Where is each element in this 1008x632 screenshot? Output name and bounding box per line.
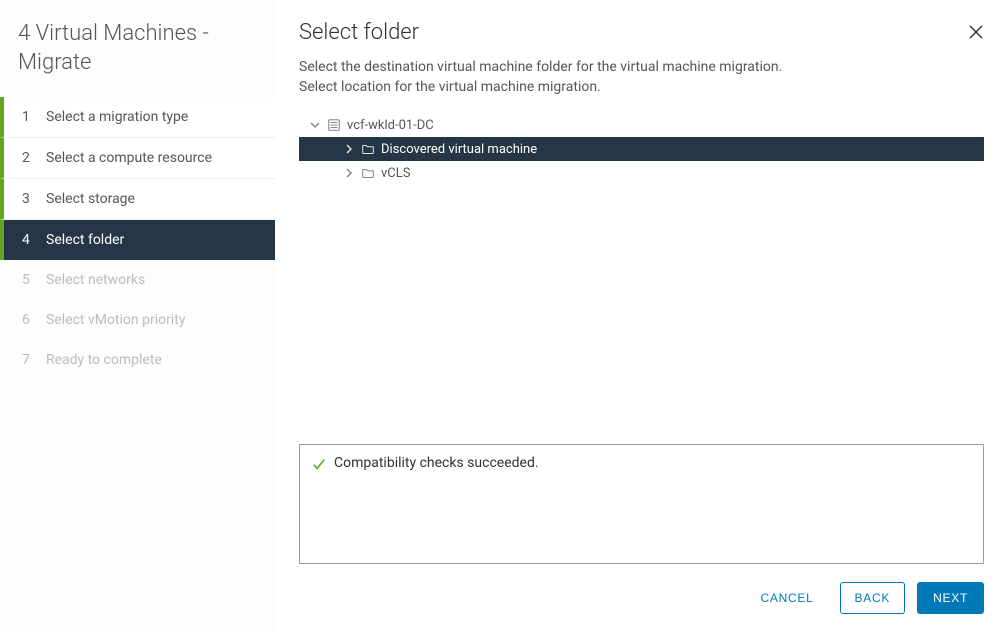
next-button[interactable]: NEXT [917, 582, 984, 614]
close-button[interactable] [964, 20, 988, 44]
step-index: 1 [22, 109, 36, 125]
page-description: Select the destination virtual machine f… [299, 59, 984, 75]
check-icon [312, 457, 326, 471]
datacenter-icon [327, 118, 341, 132]
chevron-right-icon[interactable] [343, 168, 355, 178]
close-icon [968, 24, 984, 40]
tree-node[interactable]: Discovered virtual machine [299, 137, 984, 161]
cancel-button[interactable]: CANCEL [747, 583, 828, 613]
step-index: 7 [22, 352, 36, 368]
folder-icon [361, 142, 375, 156]
wizard-step-5: 5 Select networks [0, 260, 275, 300]
wizard-sidebar: 4 Virtual Machines - Migrate 1 Select a m… [0, 0, 275, 632]
tree-node[interactable]: vcf-wkld-01-DC [299, 113, 984, 137]
wizard-step-2[interactable]: 2 Select a compute resource [0, 138, 275, 179]
wizard-step-7: 7 Ready to complete [0, 340, 275, 380]
wizard-step-1[interactable]: 1 Select a migration type [0, 97, 275, 138]
wizard-footer: CANCEL BACK NEXT [299, 564, 984, 614]
step-index: 2 [22, 150, 36, 166]
step-label: Select networks [46, 272, 145, 288]
chevron-down-icon[interactable] [309, 120, 321, 130]
step-index: 5 [22, 272, 36, 288]
tree-node-label: vCLS [381, 166, 410, 181]
tree-node[interactable]: vCLS [299, 161, 984, 185]
step-index: 6 [22, 312, 36, 328]
wizard-step-4[interactable]: 4 Select folder [0, 220, 275, 260]
wizard-title: 4 Virtual Machines - Migrate [0, 0, 275, 97]
page-sub-description: Select location for the virtual machine … [299, 79, 984, 95]
back-button[interactable]: BACK [840, 582, 906, 614]
page-title: Select folder [299, 20, 984, 45]
step-label: Ready to complete [46, 352, 162, 368]
wizard-step-3[interactable]: 3 Select storage [0, 179, 275, 220]
compatibility-panel: Compatibility checks succeeded. [299, 444, 984, 564]
step-label: Select a compute resource [46, 150, 212, 166]
chevron-right-icon[interactable] [343, 144, 355, 154]
step-label: Select storage [46, 191, 135, 207]
step-index: 3 [22, 191, 36, 207]
wizard-step-6: 6 Select vMotion priority [0, 300, 275, 340]
step-index: 4 [22, 232, 36, 248]
folder-tree: vcf-wkld-01-DC Discovered virtual machine… [299, 113, 984, 185]
wizard-steps: 1 Select a migration type 2 Select a comput… [0, 97, 275, 380]
step-label: Select folder [46, 232, 124, 248]
step-label: Select vMotion priority [46, 312, 185, 328]
wizard-content: Select folder Select the destination vir… [275, 0, 1008, 632]
compatibility-message: Compatibility checks succeeded. [334, 455, 539, 471]
step-label: Select a migration type [46, 109, 188, 125]
folder-icon [361, 166, 375, 180]
tree-node-label: vcf-wkld-01-DC [347, 118, 434, 133]
tree-node-label: Discovered virtual machine [381, 142, 537, 157]
